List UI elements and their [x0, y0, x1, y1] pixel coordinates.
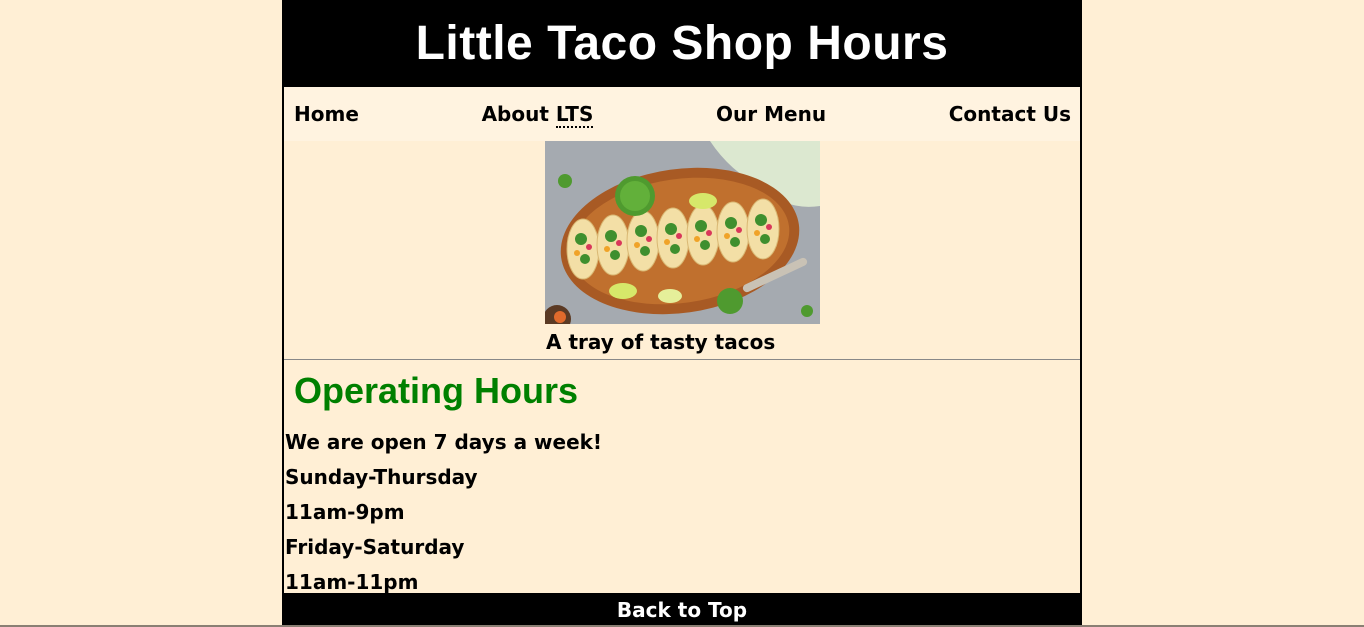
nav-link-about[interactable]: About LTS — [481, 102, 594, 128]
hours-line-intro: We are open 7 days a week! — [285, 430, 603, 454]
hours-line-time-1: 11am-9pm — [285, 500, 405, 524]
nav-link-home[interactable]: Home — [294, 102, 359, 126]
main-nav: Home About LTS Our Menu Contact Us — [284, 87, 1080, 141]
hours-line-days-2: Friday-Saturday — [285, 535, 465, 559]
nav-link-contact[interactable]: Contact Us — [949, 102, 1071, 126]
back-to-top-link[interactable]: Back to Top — [617, 598, 747, 622]
footer-bar: Back to Top — [284, 593, 1080, 627]
section-heading: Operating Hours — [294, 370, 579, 411]
taco-figure: A tray of tasty tacos — [284, 141, 1080, 360]
nav-link-menu[interactable]: Our Menu — [716, 102, 826, 126]
operating-hours-section: Operating Hours We are open 7 days a wee… — [284, 371, 1080, 600]
hours-list: We are open 7 days a week! Sunday-Thursd… — [284, 425, 1080, 600]
figure-caption: A tray of tasty tacos — [546, 330, 776, 354]
hours-line-days-1: Sunday-Thursday — [285, 465, 478, 489]
page-title: Little Taco Shop Hours — [415, 17, 949, 70]
page-container: Little Taco Shop Hours Home About LTS Ou… — [282, 0, 1082, 627]
nav-about-abbr: LTS — [555, 102, 594, 128]
tacos-image — [545, 141, 820, 324]
nav-about-prefix: About — [481, 102, 556, 126]
site-header: Little Taco Shop Hours — [284, 0, 1080, 87]
